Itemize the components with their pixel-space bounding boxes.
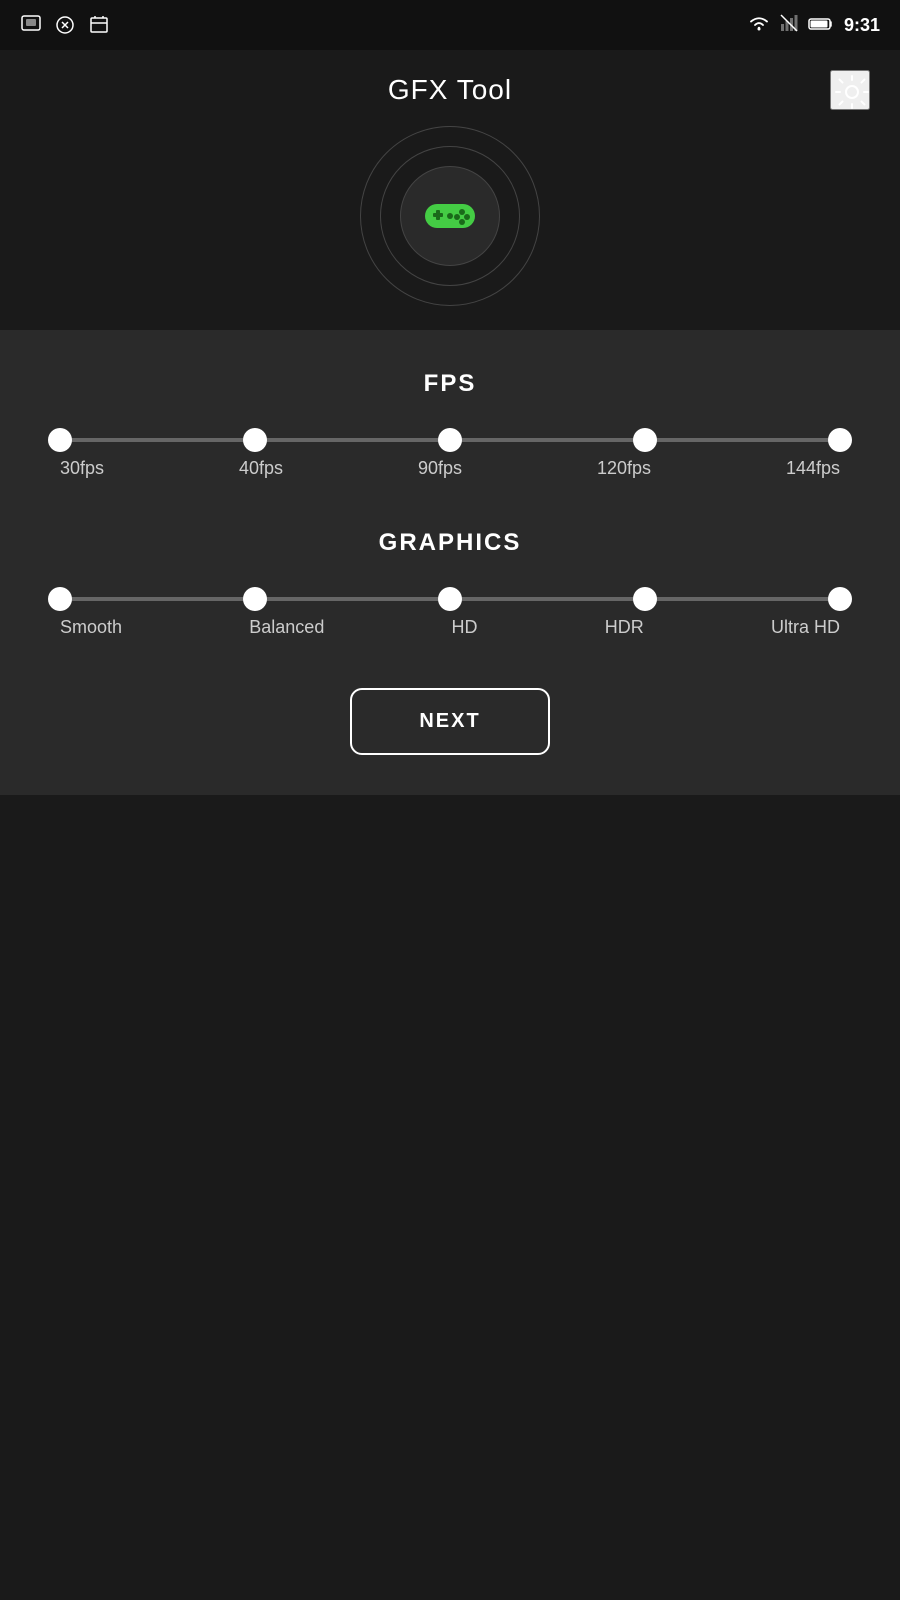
graphics-thumb-smooth[interactable] (48, 587, 72, 611)
graphics-section: GRAPHICS Smooth Balanced HD HDR Ultra HD (60, 529, 840, 638)
graphics-label-ultrahd: Ultra HD (771, 617, 840, 638)
fps-label-90fps: 90fps (418, 458, 462, 479)
graphics-thumb-hdr[interactable] (633, 587, 657, 611)
fps-label-120fps: 120fps (597, 458, 651, 479)
gamepad-icon (420, 196, 480, 236)
fps-thumb-40fps[interactable] (243, 428, 267, 452)
fps-label-30fps: 30fps (60, 458, 104, 479)
graphics-thumb-ultrahd[interactable] (828, 587, 852, 611)
graphics-label-smooth: Smooth (60, 617, 122, 638)
graphics-label-hd: HD (452, 617, 478, 638)
fps-thumb-120fps[interactable] (633, 428, 657, 452)
controls-section: FPS 30fps 40fps 90fps 120fps 144fps GRAP… (0, 330, 900, 795)
top-section: GFX Tool (0, 50, 900, 330)
settings-button[interactable] (830, 70, 870, 110)
graphics-thumb-hd[interactable] (438, 587, 462, 611)
next-button[interactable]: NEXT (350, 688, 550, 755)
controller-logo (360, 126, 540, 306)
fps-label-144fps: 144fps (786, 458, 840, 479)
time-display: 9:31 (844, 15, 880, 36)
graphics-thumb-balanced[interactable] (243, 587, 267, 611)
status-bar-right: 9:31 (748, 14, 880, 37)
graphics-slider-track[interactable] (60, 597, 840, 601)
app-title: GFX Tool (388, 74, 512, 106)
graphics-labels: Smooth Balanced HD HDR Ultra HD (60, 617, 840, 638)
fps-thumb-30fps[interactable] (48, 428, 72, 452)
app-icon-2 (54, 14, 76, 36)
fps-labels: 30fps 40fps 90fps 120fps 144fps (60, 458, 840, 479)
fps-thumb-90fps[interactable] (438, 428, 462, 452)
fps-label: FPS (60, 370, 840, 398)
wifi-icon (748, 14, 770, 37)
fps-label-40fps: 40fps (239, 458, 283, 479)
fps-slider-track[interactable] (60, 438, 840, 442)
fps-section: FPS 30fps 40fps 90fps 120fps 144fps (60, 370, 840, 479)
graphics-label-hdr: HDR (605, 617, 644, 638)
graphics-label-balanced: Balanced (249, 617, 324, 638)
status-bar: 9:31 (0, 0, 900, 50)
app-icon-3 (88, 14, 110, 36)
app-icon-1 (20, 14, 42, 36)
battery-icon (808, 15, 834, 36)
signal-icon (780, 14, 798, 37)
fps-thumb-144fps[interactable] (828, 428, 852, 452)
graphics-label: GRAPHICS (60, 529, 840, 557)
status-bar-left-icons (20, 14, 110, 36)
